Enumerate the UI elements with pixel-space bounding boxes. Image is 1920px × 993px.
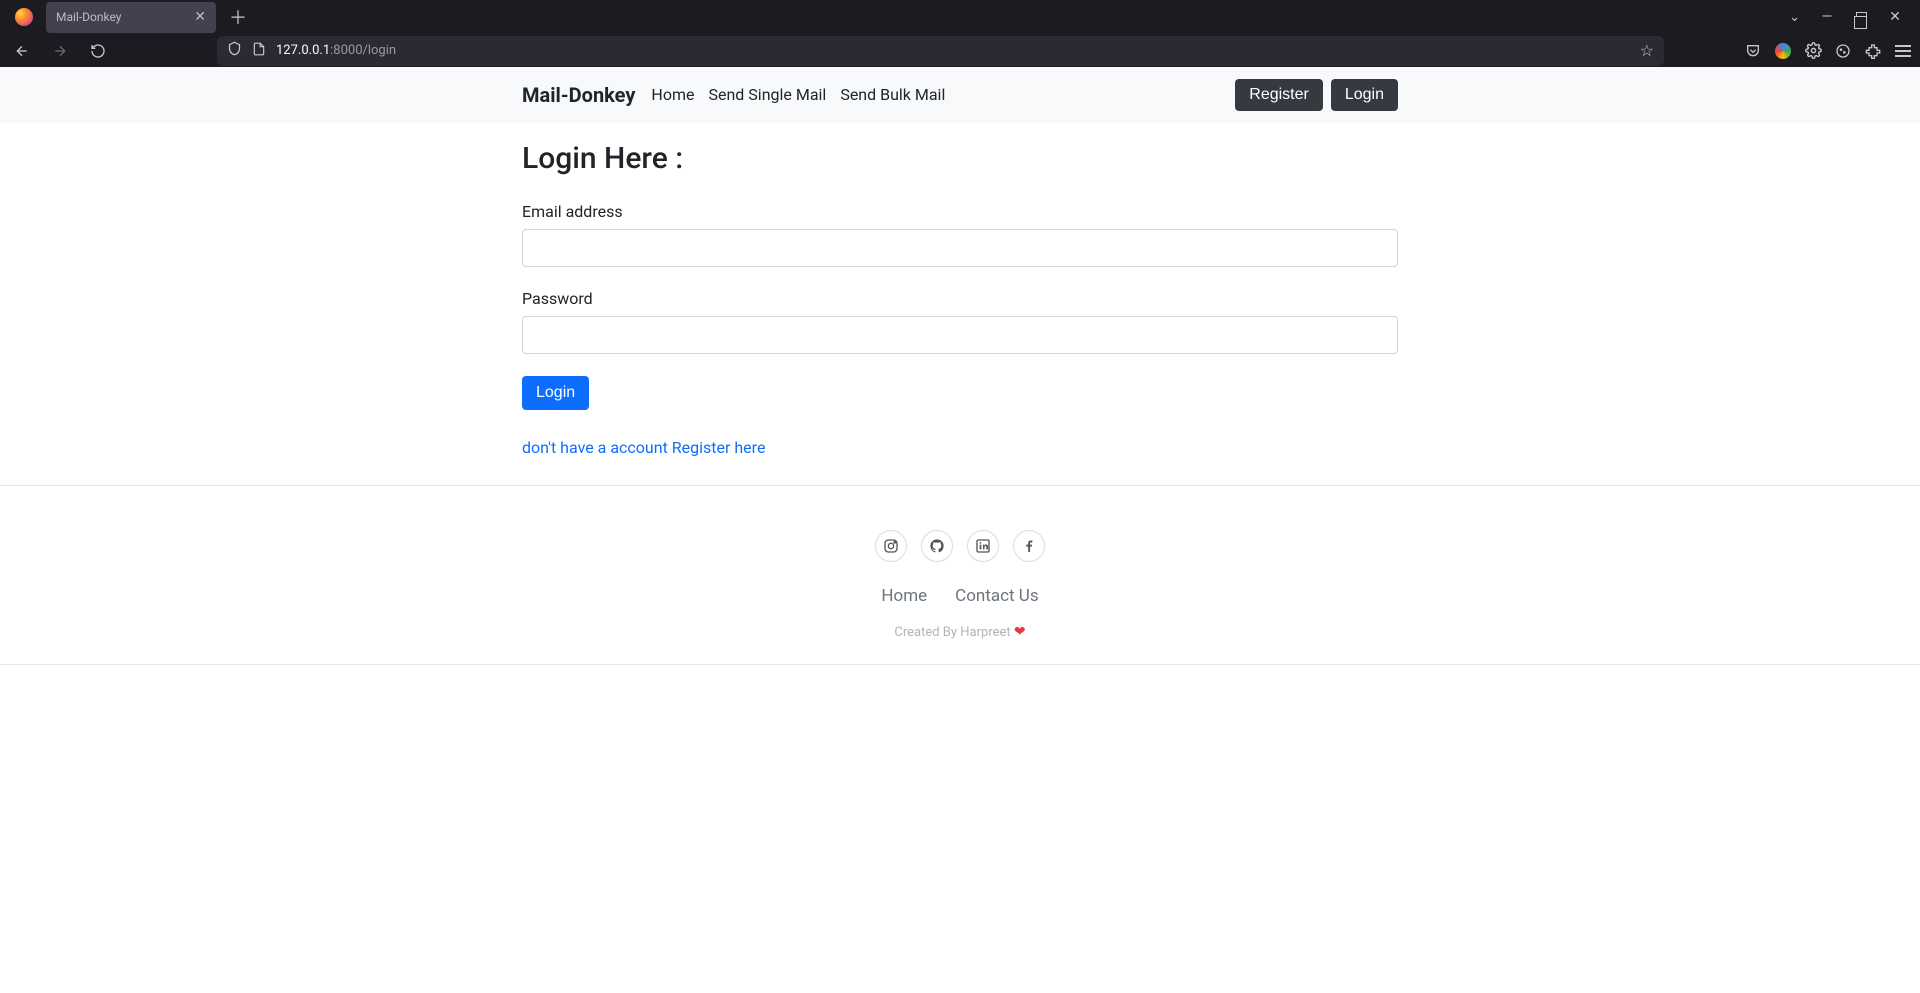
list-all-tabs-icon[interactable]: ⌄ — [1789, 10, 1800, 25]
firefox-menu-button[interactable] — [8, 2, 40, 32]
window-minimize-icon[interactable]: — — [1820, 10, 1834, 24]
register-link[interactable]: don't have a account Register here — [522, 438, 765, 457]
email-input[interactable] — [522, 229, 1398, 267]
address-bar: 127.0.0.1:8000/login ☆ — [0, 34, 1920, 67]
nav-reload-button[interactable] — [84, 37, 112, 65]
new-tab-button[interactable]: ＋ — [224, 3, 252, 31]
linkedin-icon — [975, 538, 991, 554]
social-github[interactable] — [921, 530, 953, 562]
heart-icon: ❤ — [1014, 624, 1026, 640]
nav-link-send-bulk[interactable]: Send Bulk Mail — [840, 85, 945, 104]
window-restore-icon[interactable] — [1854, 10, 1868, 24]
login-nav-button[interactable]: Login — [1331, 79, 1398, 111]
instagram-icon — [883, 538, 899, 554]
window-controls: ⌄ — ✕ — [1789, 10, 1912, 25]
footer: Home Contact Us Created By Harpreet ❤ — [0, 486, 1920, 713]
password-input[interactable] — [522, 316, 1398, 354]
extension-color-icon[interactable] — [1774, 42, 1792, 60]
page-title: Login Here : — [522, 141, 1398, 176]
main-container: Login Here : Email address Password Logi… — [522, 123, 1398, 457]
social-facebook[interactable] — [1013, 530, 1045, 562]
footer-links: Home Contact Us — [0, 586, 1920, 606]
url-bar[interactable]: 127.0.0.1:8000/login ☆ — [217, 36, 1664, 66]
nav-forward-button[interactable] — [46, 37, 74, 65]
extension-generic-icon[interactable] — [1804, 42, 1822, 60]
password-form-group: Password — [522, 289, 1398, 354]
arrow-left-icon — [14, 43, 30, 59]
browser-tab-active[interactable]: Mail-Donkey ✕ — [46, 2, 216, 33]
page: Mail-Donkey Home Send Single Mail Send B… — [0, 67, 1920, 713]
site-info-icon[interactable] — [252, 42, 266, 60]
nav-links: Home Send Single Mail Send Bulk Mail — [651, 85, 945, 104]
reload-icon — [90, 43, 106, 59]
app-menu-icon[interactable] — [1894, 42, 1912, 60]
browser-chrome: Mail-Donkey ✕ ＋ ⌄ — ✕ — [0, 0, 1920, 67]
login-submit-button[interactable]: Login — [522, 376, 589, 410]
arrow-right-icon — [52, 43, 68, 59]
brand[interactable]: Mail-Donkey — [522, 83, 635, 107]
tab-close-icon[interactable]: ✕ — [194, 9, 206, 25]
email-label: Email address — [522, 202, 1398, 221]
tracking-shield-icon[interactable] — [227, 41, 242, 60]
pocket-icon[interactable] — [1744, 42, 1762, 60]
bookmark-star-icon[interactable]: ☆ — [1640, 41, 1654, 60]
extension-cookie-icon[interactable] — [1834, 42, 1852, 60]
facebook-icon — [1021, 538, 1037, 554]
password-label: Password — [522, 289, 1398, 308]
footer-link-contact[interactable]: Contact Us — [955, 586, 1038, 606]
social-instagram[interactable] — [875, 530, 907, 562]
github-icon — [929, 538, 945, 554]
email-form-group: Email address — [522, 202, 1398, 267]
firefox-icon — [15, 8, 33, 26]
nav-link-home[interactable]: Home — [651, 85, 694, 104]
footer-link-home[interactable]: Home — [881, 586, 927, 606]
nav-link-send-single[interactable]: Send Single Mail — [708, 85, 826, 104]
tab-title: Mail-Donkey — [56, 10, 121, 24]
url-text: 127.0.0.1:8000/login — [276, 43, 1630, 58]
register-button[interactable]: Register — [1235, 79, 1323, 111]
window-close-icon[interactable]: ✕ — [1888, 10, 1902, 24]
social-linkedin[interactable] — [967, 530, 999, 562]
toolbar-right — [1744, 42, 1912, 60]
app-navbar: Mail-Donkey Home Send Single Mail Send B… — [0, 67, 1920, 123]
nav-back-button[interactable] — [8, 37, 36, 65]
tab-bar: Mail-Donkey ✕ ＋ ⌄ — ✕ — [0, 0, 1920, 34]
divider-bottom — [0, 664, 1920, 665]
social-row — [0, 530, 1920, 562]
footer-credit: Created By Harpreet ❤ — [0, 624, 1920, 640]
nav-right: Register Login — [1235, 79, 1398, 111]
extensions-puzzle-icon[interactable] — [1864, 42, 1882, 60]
footer-credit-text: Created By Harpreet — [894, 625, 1014, 640]
